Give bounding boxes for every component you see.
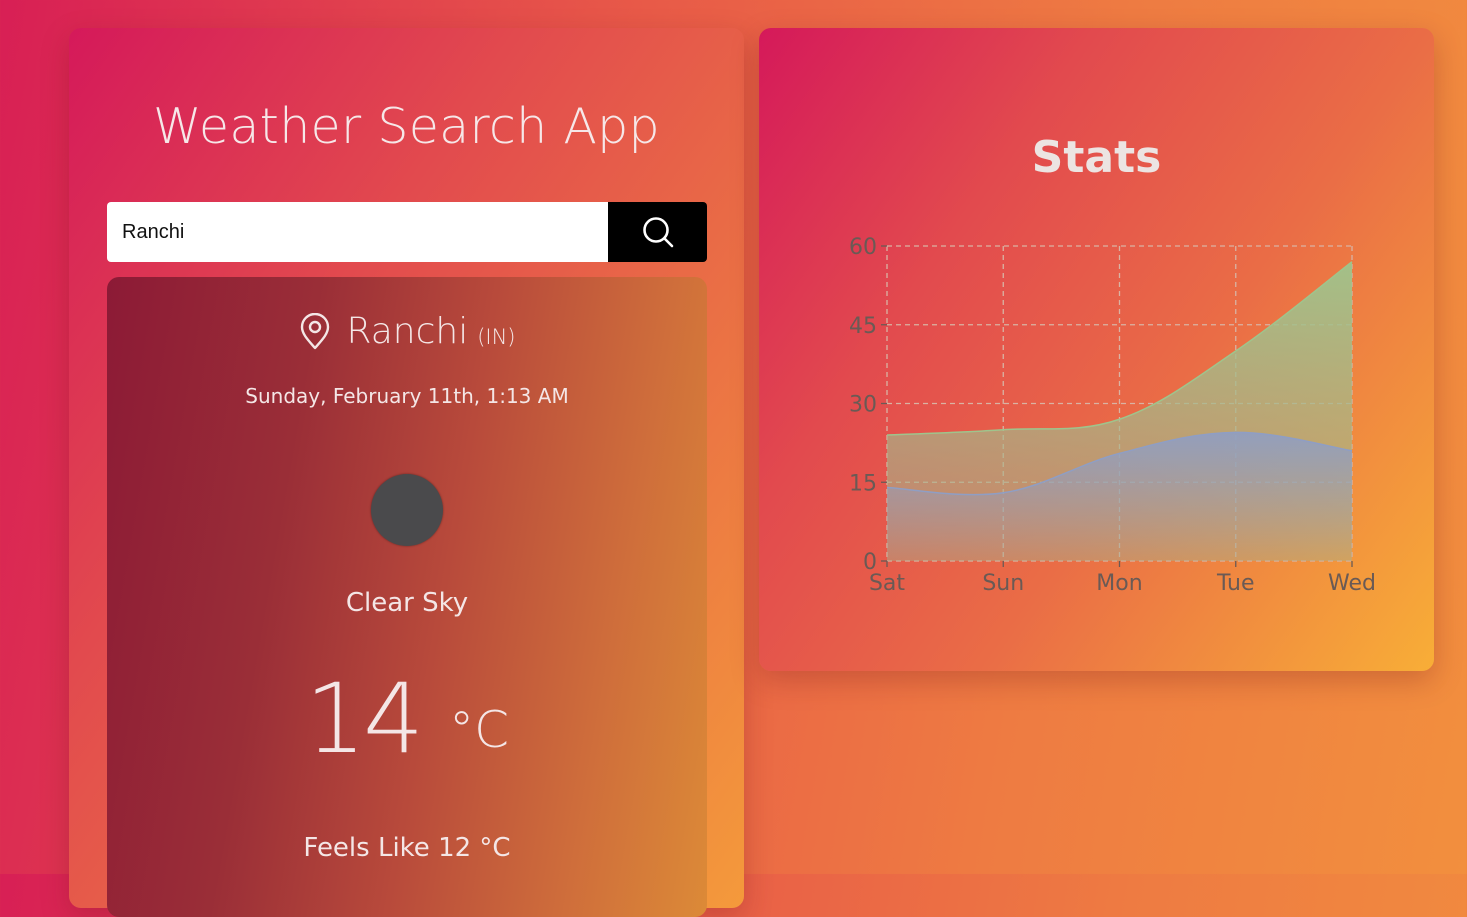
city-name: Ranchi — [346, 311, 469, 352]
map-pin-icon — [301, 312, 330, 349]
x-tick-label: Tue — [1216, 571, 1255, 596]
search-input[interactable] — [107, 202, 608, 262]
x-tick-label: Mon — [1096, 571, 1142, 596]
country-code: (IN) — [477, 324, 516, 349]
temperature-value: 14 — [304, 663, 424, 775]
feels-like: Feels Like 12 °C — [303, 833, 511, 863]
stats-panel: Stats 0 15 30 45 60 Sat Sun Mon Tue Wed — [759, 28, 1434, 671]
search-icon — [642, 217, 673, 248]
x-tick-label: Wed — [1328, 571, 1376, 596]
location-row: Ranchi (IN) — [107, 311, 707, 352]
x-tick-label: Sun — [982, 571, 1024, 596]
temperature-row: 14 °C — [107, 671, 707, 767]
weather-condition: Clear Sky — [345, 588, 469, 618]
y-tick-label: 60 — [849, 235, 877, 260]
temperature-unit: °C — [449, 701, 510, 759]
search-button[interactable] — [608, 202, 707, 262]
search-bar — [107, 202, 707, 262]
current-weather-card: Ranchi (IN) Sunday, February 11th, 1:13 … — [107, 277, 707, 917]
y-tick-label: 15 — [849, 471, 877, 496]
app-title: Weather Search App — [153, 98, 660, 155]
x-tick-label: Sat — [869, 571, 905, 596]
weather-panel: Weather Search App Ranchi (IN) Sunday, F… — [69, 28, 744, 917]
stats-chart: 015304560Sat Sun Mon Tue Wed — [849, 235, 1376, 596]
clear-sky-icon — [371, 474, 443, 546]
y-tick-label: 45 — [849, 314, 877, 339]
date-time: Sunday, February 11th, 1:13 AM — [245, 384, 569, 408]
y-tick-label: 30 — [849, 393, 877, 418]
